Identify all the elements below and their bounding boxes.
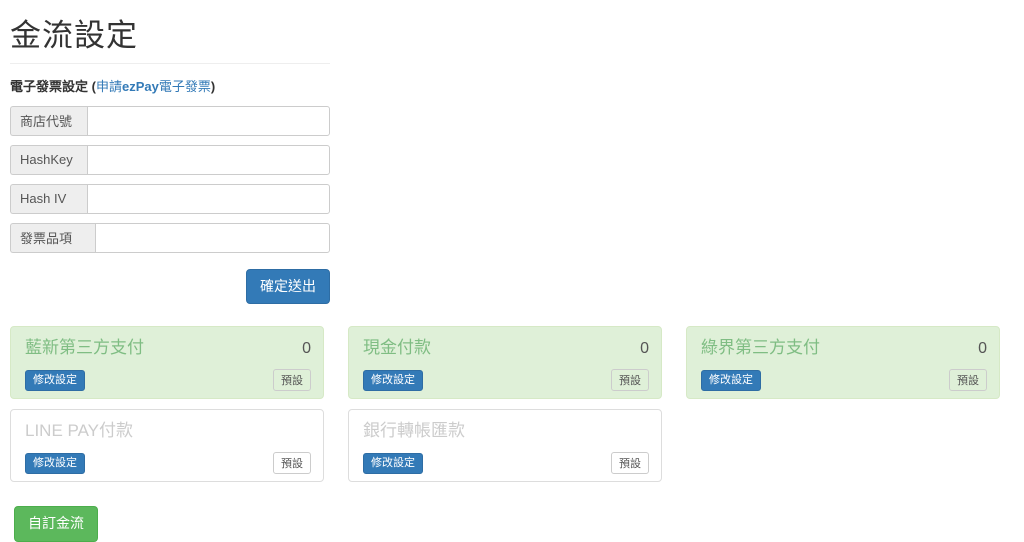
- set-default-badge[interactable]: 預設: [611, 452, 649, 475]
- submit-invoice-settings-button[interactable]: 確定送出: [246, 268, 330, 305]
- field-hashkey-label: HashKey: [10, 144, 87, 175]
- edit-settings-button[interactable]: 修改設定: [363, 369, 423, 391]
- payment-card-head: LINE PAY付款: [25, 420, 311, 444]
- invoice-form: 商店代號 HashKey Hash IV 發票品項 確定送出: [10, 105, 330, 305]
- payment-card-head: 綠界第三方支付 0: [701, 337, 987, 361]
- link-text-post: 電子發票: [158, 78, 211, 94]
- payment-card-bank-transfer[interactable]: 銀行轉帳匯款 修改設定 預設: [348, 409, 662, 483]
- edit-settings-button[interactable]: 修改設定: [363, 452, 423, 474]
- payment-card-foot: 修改設定 預設: [25, 452, 311, 475]
- set-default-badge[interactable]: 預設: [949, 369, 987, 392]
- field-hashkey: HashKey: [10, 144, 330, 175]
- payment-cards-row-1: 藍新第三方支付 0 修改設定 預設 現金付款 0 修改設定 預設 綠界第三方支付…: [10, 326, 1014, 400]
- invoice-section-label-suffix: ): [210, 78, 216, 94]
- payment-card-count: 0: [640, 340, 649, 358]
- payment-cards-row-2: LINE PAY付款 修改設定 預設 銀行轉帳匯款 修改設定 預設: [10, 409, 1014, 483]
- link-text-brand: ezPay: [121, 78, 159, 94]
- bottom-actions: 自訂金流: [10, 506, 1014, 542]
- link-text-pre: 申請: [95, 78, 122, 94]
- payment-settings-page: 金流設定 電子發票設定 (申請ezPay電子發票) 商店代號 HashKey H…: [0, 0, 1024, 542]
- payment-card-title: LINE PAY付款: [25, 421, 134, 441]
- hashkey-input[interactable]: [87, 144, 330, 175]
- payment-card-head: 藍新第三方支付 0: [25, 337, 311, 361]
- edit-settings-button[interactable]: 修改設定: [25, 369, 85, 391]
- payment-card-foot: 修改設定 預設: [701, 369, 987, 392]
- payment-card-head: 銀行轉帳匯款: [363, 420, 649, 444]
- invoice-form-actions: 確定送出: [10, 268, 330, 305]
- field-hashiv-label: Hash IV: [10, 183, 87, 214]
- invoice-item-input[interactable]: [95, 222, 330, 253]
- payment-card-title: 現金付款: [363, 338, 431, 358]
- page-title: 金流設定: [10, 18, 138, 53]
- set-default-badge[interactable]: 預設: [273, 452, 311, 475]
- apply-ezpay-invoice-link[interactable]: 申請ezPay電子發票: [96, 79, 211, 94]
- custom-payment-button[interactable]: 自訂金流: [14, 506, 98, 542]
- field-merchant-id-label: 商店代號: [10, 105, 87, 136]
- field-invoice-item-label: 發票品項: [10, 222, 95, 253]
- merchant-id-input[interactable]: [87, 105, 330, 136]
- field-invoice-item: 發票品項: [10, 222, 330, 253]
- edit-settings-button[interactable]: 修改設定: [701, 369, 761, 391]
- payment-card-title: 綠界第三方支付: [701, 338, 820, 358]
- payment-card-newebpay[interactable]: 藍新第三方支付 0 修改設定 預設: [10, 326, 324, 400]
- payment-card-cash[interactable]: 現金付款 0 修改設定 預設: [348, 326, 662, 400]
- invoice-section-label-text: 電子發票設定 (: [10, 78, 96, 94]
- invoice-section-label: 電子發票設定 (申請ezPay電子發票): [10, 64, 1014, 96]
- field-hashiv: Hash IV: [10, 183, 330, 214]
- payment-card-ecpay[interactable]: 綠界第三方支付 0 修改設定 預設: [686, 326, 1000, 400]
- payment-card-head: 現金付款 0: [363, 337, 649, 361]
- hashiv-input[interactable]: [87, 183, 330, 214]
- payment-card-linepay[interactable]: LINE PAY付款 修改設定 預設: [10, 409, 324, 483]
- payment-card-foot: 修改設定 預設: [25, 369, 311, 392]
- field-merchant-id: 商店代號: [10, 105, 330, 136]
- payment-card-title: 銀行轉帳匯款: [363, 421, 465, 441]
- payment-card-count: 0: [978, 340, 987, 358]
- payment-card-title: 藍新第三方支付: [25, 338, 144, 358]
- set-default-badge[interactable]: 預設: [273, 369, 311, 392]
- set-default-badge[interactable]: 預設: [611, 369, 649, 392]
- payment-card-count: 0: [302, 340, 311, 358]
- edit-settings-button[interactable]: 修改設定: [25, 452, 85, 474]
- payment-card-foot: 修改設定 預設: [363, 369, 649, 392]
- payment-card-foot: 修改設定 預設: [363, 452, 649, 475]
- page-header: 金流設定: [10, 0, 330, 64]
